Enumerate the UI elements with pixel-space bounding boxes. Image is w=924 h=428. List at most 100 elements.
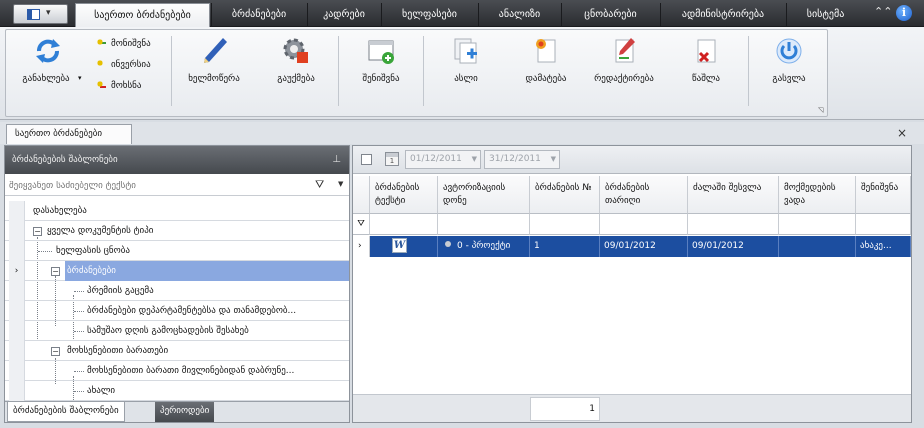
tab-salaries[interactable]: ხელფასები [381,3,477,27]
filter-cell[interactable] [530,214,600,235]
power-icon [776,38,802,64]
date-to-field[interactable]: 31/12/2011 ▼ [484,150,560,169]
column-header[interactable]: შენიშვნა [856,176,911,214]
edit-button[interactable]: რედაქტირება [584,30,664,118]
date-from-field[interactable]: 01/12/2011 ▼ [405,150,481,169]
cancel-button[interactable]: გაუქმება [256,30,336,118]
column-header[interactable]: მოქმედების ვადა [779,176,856,214]
edit-document-icon [615,38,635,63]
word-doc-icon[interactable]: W [392,238,407,253]
tab-references[interactable]: ცნობარები [561,3,659,27]
tree-item[interactable]: პრემიის გაცემა [5,281,349,301]
tree-header[interactable]: დასახელება [33,201,87,221]
period-checkbox[interactable] [361,154,372,165]
tree-item-label: მოხსენებითი ბარათი მივლინებიდან დაბრუნე.… [87,366,295,376]
delete-button[interactable]: წაშლა [666,30,746,118]
ribbon-group-general: განახლება ▾ მონიშვნა ინვერსია მოხსნა ხელ… [5,29,828,117]
pane-title: ბრძანებების შაბლონები [12,155,118,165]
add-button[interactable]: დამატება [506,30,586,118]
filter-cell[interactable] [600,214,688,235]
tab-administration[interactable]: ადმინისტრირება [660,3,785,27]
tree-item-label: ახალი [87,386,116,396]
close-icon[interactable]: × [897,126,907,140]
status-dot-icon [445,241,451,247]
pane-footer-tabs: ბრძანებების შაბლონები პერიოდები [5,401,349,422]
select-add-icon [94,36,106,48]
commands-grid-pane: 1 01/12/2011 ▼ 31/12/2011 ▼ ბრძანების ტე… [352,145,912,423]
tree-item[interactable]: სამუშაო დღის გამოცხადების შესახებ [5,321,349,341]
remove-selection-button[interactable]: მოხსნა [94,78,141,94]
tree-item-label: ხელფასის ცნობა [56,246,130,256]
tab-templates[interactable]: ბრძანებების შაბლონები [7,402,125,422]
filter-cell[interactable] [370,214,438,235]
grid-cell-text[interactable]: W [370,236,438,257]
collapse-toggle-icon[interactable]: − [51,347,60,356]
filter-bar: ⛛ ▼ [5,176,349,196]
grid-cell-date[interactable]: 09/01/2012 [600,236,688,257]
collapse-toggle-icon[interactable]: − [51,267,60,276]
pin-icon[interactable]: ⊥ [332,146,341,174]
gear-icon [283,38,308,63]
tab-analysis[interactable]: ანალიზი [478,3,560,27]
grid-cell-number[interactable]: 1 [530,236,600,257]
tree-item[interactable]: ხელფასის ცნობა [5,241,349,261]
tree-item[interactable]: მოხსენებითი ბარათი მივლინებიდან დაბრუნე.… [5,361,349,381]
search-input[interactable] [7,177,309,194]
copy-button[interactable]: ასლი [426,30,506,118]
document-tab-bar: საერთო ბრძანებები × [0,122,924,144]
tree-item-selected[interactable]: › − ბრძანებები [5,261,349,281]
column-header[interactable]: ბრძანების № [530,176,600,214]
note-button[interactable]: შენიშვნა [341,30,421,118]
chevron-down-icon: ▼ [471,155,477,163]
grid-cell-validity[interactable] [779,236,856,257]
grid-cell-effective[interactable]: 09/01/2012 [688,236,779,257]
tree-item[interactable]: − ყველა დოკუმენტის ტიპი [5,221,349,241]
tree-item-label: ბრძანებები დეპარტამენტებსა და თანამდებობ… [87,306,297,316]
grid-cell-note[interactable]: ახაკე... [856,236,911,257]
tab-personnel[interactable]: კადრები [307,3,380,27]
tab-general-commands[interactable]: საერთო ბრძანებები [75,3,210,28]
ribbon: განახლება ▾ მონიშვნა ინვერსია მოხსნა ხელ… [0,27,924,120]
tree-item[interactable]: ახალი [5,381,349,401]
chevron-down-icon: ▾ [78,74,82,82]
tab-periods[interactable]: პერიოდები [155,402,215,422]
column-header[interactable]: ბრძანების ტექსტი [370,176,438,214]
filter-cell[interactable] [779,214,856,235]
tab-system[interactable]: სისტემა [786,3,864,27]
tab-commands[interactable]: ბრძანებები [211,3,306,27]
remove-icon [94,78,106,90]
row-indicator-header [353,176,370,214]
tree-item[interactable]: − მოხსენებითი ბარათები [5,341,349,361]
filter-row-icon[interactable]: ⛛ [353,214,370,235]
filter-icon[interactable]: ⛛ [315,178,324,192]
document-tab[interactable]: საერთო ბრძანებები [6,124,132,144]
app-menu-button[interactable]: ▾ [13,4,68,24]
sign-button[interactable]: ხელმოწერა [174,30,254,118]
filter-cell[interactable] [856,214,911,235]
grid-cell-auth-level[interactable]: 0 - პროექტი [438,236,530,257]
refresh-button[interactable]: განახლება ▾ [8,30,88,118]
grid-footer: 1 [353,394,911,422]
column-header[interactable]: ძალაში შესვლა [688,176,779,214]
chevron-down-icon[interactable]: ▼ [338,180,343,188]
collapse-toggle-icon[interactable]: − [33,227,42,236]
current-row-icon: › [9,261,25,281]
ribbon-launcher-icon[interactable]: ◹ [818,106,828,116]
filter-cell[interactable] [438,214,530,235]
filter-cell[interactable] [688,214,779,235]
column-header[interactable]: ბრძანების თარიღი [600,176,688,214]
info-icon[interactable]: i [896,5,912,21]
copy-icon [454,38,477,64]
collapse-ribbon-icon[interactable]: ⌃⌃ [874,5,892,18]
column-header[interactable]: ავტორიზაციის დონე [438,176,530,214]
select-button[interactable]: მონიშვნა [94,36,151,52]
tree-item[interactable]: ბრძანებები დეპარტამენტებსა და თანამდებობ… [5,301,349,321]
refresh-icon [36,39,60,63]
exit-button[interactable]: გასვლა [751,30,827,118]
calendar-icon[interactable]: 1 [385,152,399,166]
invert-button[interactable]: ინვერსია [94,57,151,73]
window-add-icon [368,40,394,64]
new-document-icon [536,39,556,63]
current-row-icon: › [353,236,370,257]
pen-icon [204,38,227,63]
